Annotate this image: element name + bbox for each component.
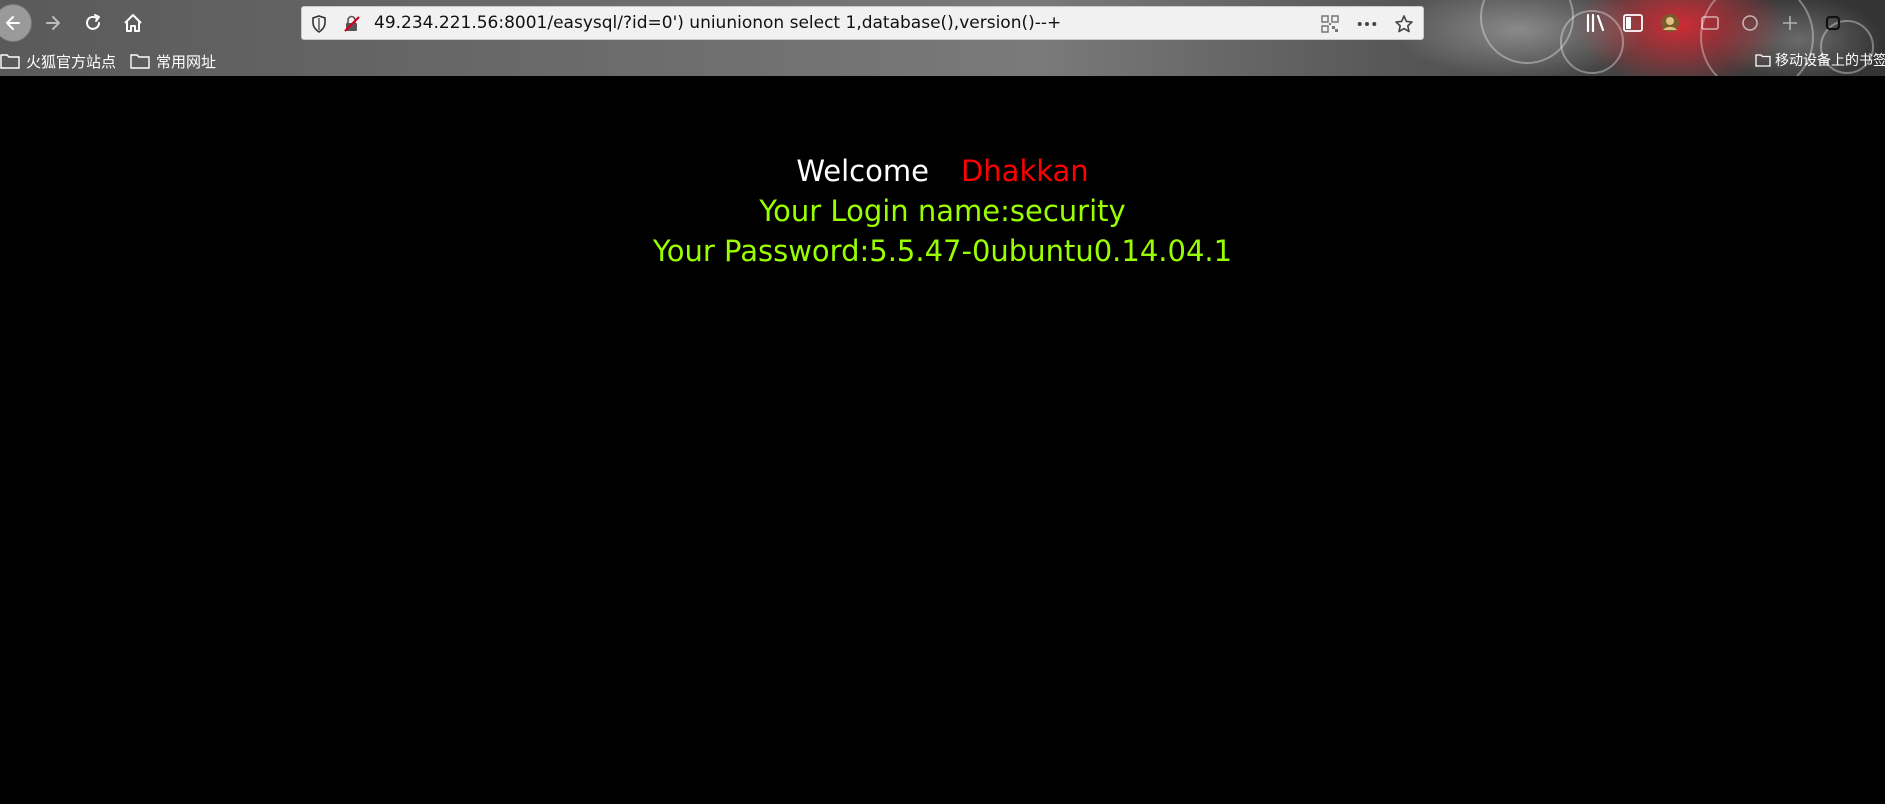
back-button[interactable] (0, 4, 32, 42)
welcome-line: Welcome Dhakkan (0, 151, 1885, 191)
mobile-bookmarks-label: 移动设备上的书签 (1775, 53, 1885, 69)
home-icon (124, 14, 142, 32)
library-icon[interactable] (1583, 10, 1609, 36)
folder-icon (1755, 54, 1771, 67)
back-arrow-icon (6, 16, 20, 30)
qr-code-icon[interactable] (1320, 14, 1340, 34)
bookmarks-toolbar: 火狐官方站点 常用网址 (0, 48, 230, 74)
shield-icon[interactable] (309, 14, 329, 34)
page-content: Welcome Dhakkan Your Login name:security … (0, 76, 1885, 804)
address-bar[interactable]: 49.234.221.56:8001/easysql/?id=0') uniun… (301, 6, 1424, 40)
reload-button[interactable] (78, 8, 108, 38)
user-name: Dhakkan (960, 154, 1089, 188)
account-avatar-icon[interactable] (1657, 10, 1683, 36)
extension-icon[interactable] (1697, 10, 1723, 36)
bookmark-label: 常用网址 (156, 52, 217, 71)
folder-icon (130, 54, 150, 69)
welcome-label: Welcome (796, 154, 929, 188)
bookmark-star-icon[interactable] (1394, 14, 1414, 34)
url-text[interactable]: 49.234.221.56:8001/easysql/?id=0') uniun… (374, 7, 1061, 39)
bookmark-folder-firefox[interactable]: 火狐官方站点 (0, 51, 116, 72)
password-line: Your Password:5.5.47-0ubuntu0.14.04.1 (652, 234, 1233, 268)
insecure-connection-icon[interactable] (342, 14, 362, 34)
extension-icon[interactable] (1737, 10, 1763, 36)
bookmark-label: 火狐官方站点 (26, 52, 117, 71)
sidebar-icon[interactable] (1620, 10, 1646, 36)
sync-icon[interactable] (1820, 10, 1846, 36)
reload-icon (86, 14, 100, 30)
more-icon[interactable] (1357, 14, 1377, 34)
home-button[interactable] (118, 8, 148, 38)
folder-icon (0, 54, 20, 69)
theme-swirl-decoration (1480, 0, 1574, 64)
extension-icon[interactable] (1777, 10, 1803, 36)
bookmark-folder-common[interactable]: 常用网址 (130, 51, 216, 72)
mobile-bookmarks[interactable]: 移动设备上的书签 (1755, 50, 1885, 70)
forward-button[interactable] (38, 8, 68, 38)
browser-chrome: 49.234.221.56:8001/easysql/?id=0') uniun… (0, 0, 1885, 76)
forward-arrow-icon (46, 16, 60, 30)
login-name-line: Your Login name:security (759, 194, 1126, 228)
